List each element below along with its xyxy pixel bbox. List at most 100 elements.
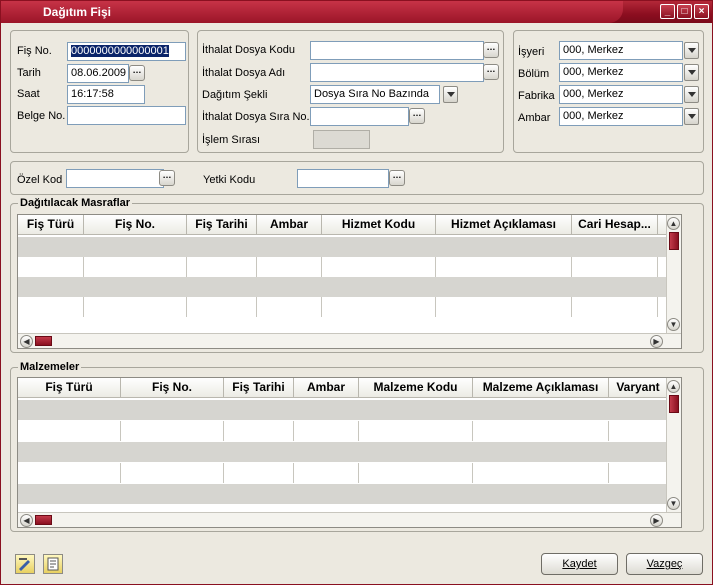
scroll-thumb[interactable] — [35, 515, 52, 525]
expenses-vertical-scrollbar[interactable]: ▲ ▼ — [666, 215, 681, 333]
header-left-panel: Fiş No. 0000000000000001 Tarih 08.06.200… — [10, 30, 189, 153]
fabrika-select[interactable]: 000, Merkez — [559, 85, 683, 104]
ozel-kod-label: Özel Kod — [17, 174, 63, 186]
scroll-right-icon[interactable]: ▶ — [650, 335, 663, 348]
bolum-select[interactable]: 000, Merkez — [559, 63, 683, 82]
dagitim-sekli-dropdown-icon[interactable] — [443, 86, 458, 103]
scroll-down-icon[interactable]: ▼ — [667, 318, 680, 331]
bolum-dropdown-icon[interactable] — [684, 64, 699, 81]
tarih-input[interactable]: 08.06.2009 — [67, 64, 129, 83]
close-icon[interactable]: × — [694, 4, 709, 19]
fis-no-input[interactable]: 0000000000000001 — [67, 42, 186, 61]
save-button[interactable]: Kaydet — [541, 553, 618, 575]
expenses-col-fis-turu[interactable]: Fiş Türü — [18, 215, 84, 235]
islem-sirasi-input — [313, 130, 370, 149]
materials-col-malzeme-kodu[interactable]: Malzeme Kodu — [359, 378, 473, 398]
isyeri-select[interactable]: 000, Merkez — [559, 41, 683, 60]
table-row[interactable] — [18, 237, 668, 257]
saat-input[interactable]: 16:17:58 — [67, 85, 145, 104]
expenses-grid-header: Fiş Türü Fiş No. Fiş Tarihi Ambar Hizmet… — [18, 215, 668, 235]
expenses-col-ambar[interactable]: Ambar — [257, 215, 322, 235]
expenses-title: Dağıtılacak Masraflar — [18, 197, 133, 209]
cancel-button[interactable]: Vazgeç — [626, 553, 703, 575]
expenses-col-fis-tarihi[interactable]: Fiş Tarihi — [187, 215, 257, 235]
ithalat-dosya-kodu-input[interactable] — [310, 41, 484, 60]
materials-col-ambar[interactable]: Ambar — [294, 378, 359, 398]
materials-grid-header: Fiş Türü Fiş No. Fiş Tarihi Ambar Malzem… — [18, 378, 668, 398]
header-mid-panel: İthalat Dosya Kodu … İthalat Dosya Adı …… — [197, 30, 504, 153]
materials-horizontal-scrollbar[interactable]: ◀ ▶ — [18, 512, 681, 527]
table-row[interactable] — [18, 421, 668, 441]
codes-panel: Özel Kod … Yetki Kodu … — [10, 161, 704, 195]
materials-col-varyant[interactable]: Varyant — [609, 378, 668, 398]
notes-icon[interactable] — [43, 554, 63, 574]
dagitim-sekli-label: Dağıtım Şekli — [202, 89, 268, 101]
tarih-label: Tarih — [17, 67, 41, 79]
yetki-kodu-label: Yetki Kodu — [203, 174, 256, 186]
scroll-up-icon[interactable]: ▲ — [667, 380, 680, 393]
materials-col-malzeme-aciklamasi[interactable]: Malzeme Açıklaması — [473, 378, 609, 398]
distribution-slip-window: Dağıtım Fişi _ □ × Fiş No. 0000000000000… — [0, 0, 713, 585]
expenses-horizontal-scrollbar[interactable]: ◀ ▶ — [18, 333, 681, 348]
materials-grid[interactable]: Fiş Türü Fiş No. Fiş Tarihi Ambar Malzem… — [17, 377, 682, 528]
islem-sirasi-label: İşlem Sırası — [202, 134, 261, 146]
ithalat-dosya-sira-input[interactable] — [310, 107, 409, 126]
scroll-right-icon[interactable]: ▶ — [650, 514, 663, 527]
belge-no-input[interactable] — [67, 106, 186, 125]
table-row[interactable] — [18, 484, 668, 504]
isyeri-label: İşyeri — [518, 46, 545, 58]
ithalat-dosya-kodu-label: İthalat Dosya Kodu — [202, 44, 295, 56]
materials-col-fis-no[interactable]: Fiş No. — [121, 378, 224, 398]
yetki-kodu-input[interactable] — [297, 169, 389, 188]
expenses-col-hizmet-aciklamasi[interactable]: Hizmet Açıklaması — [436, 215, 572, 235]
expenses-col-fis-no[interactable]: Fiş No. — [84, 215, 187, 235]
expenses-col-hizmet-kodu[interactable]: Hizmet Kodu — [322, 215, 436, 235]
ithalat-dosya-adi-input[interactable] — [310, 63, 484, 82]
fabrika-label: Fabrika — [518, 90, 555, 102]
table-row[interactable] — [18, 297, 668, 317]
fabrika-dropdown-icon[interactable] — [684, 86, 699, 103]
table-row[interactable] — [18, 257, 668, 277]
ithalat-dosya-sira-label: İthalat Dosya Sıra No. — [202, 111, 310, 123]
scroll-up-icon[interactable]: ▲ — [667, 217, 680, 230]
ambar-label: Ambar — [518, 112, 551, 124]
materials-col-fis-turu[interactable]: Fiş Türü — [18, 378, 121, 398]
expenses-grid[interactable]: Fiş Türü Fiş No. Fiş Tarihi Ambar Hizmet… — [17, 214, 682, 349]
scroll-thumb[interactable] — [35, 336, 52, 346]
table-row[interactable] — [18, 442, 668, 462]
yetki-kodu-lookup-button[interactable]: … — [389, 170, 405, 186]
ithalat-dosya-sira-lookup-button[interactable]: … — [409, 108, 425, 124]
scroll-left-icon[interactable]: ◀ — [20, 514, 33, 527]
tarih-picker-button[interactable]: … — [129, 65, 145, 81]
scroll-down-icon[interactable]: ▼ — [667, 497, 680, 510]
ithalat-dosya-kodu-lookup-button[interactable]: … — [483, 42, 499, 58]
ambar-select[interactable]: 000, Merkez — [559, 107, 683, 126]
edit-icon[interactable] — [15, 554, 35, 574]
minimize-icon[interactable]: _ — [660, 4, 675, 19]
scroll-left-icon[interactable]: ◀ — [20, 335, 33, 348]
ozel-kod-input[interactable] — [66, 169, 164, 188]
title-bar: Dağıtım Fişi _ □ × — [1, 1, 712, 23]
dagitim-sekli-select[interactable]: Dosya Sıra No Bazında — [310, 85, 440, 104]
scroll-thumb[interactable] — [669, 395, 679, 413]
ambar-dropdown-icon[interactable] — [684, 108, 699, 125]
table-row[interactable] — [18, 463, 668, 483]
table-row[interactable] — [18, 400, 668, 420]
scroll-thumb[interactable] — [669, 232, 679, 250]
ithalat-dosya-adi-label: İthalat Dosya Adı — [202, 67, 286, 79]
materials-title: Malzemeler — [18, 361, 82, 373]
materials-vertical-scrollbar[interactable]: ▲ ▼ — [666, 378, 681, 512]
fis-no-label: Fiş No. — [17, 45, 52, 57]
ozel-kod-lookup-button[interactable]: … — [159, 170, 175, 186]
isyeri-dropdown-icon[interactable] — [684, 42, 699, 59]
ithalat-dosya-adi-lookup-button[interactable]: … — [483, 64, 499, 80]
window-title: Dağıtım Fişi — [43, 5, 112, 19]
bolum-label: Bölüm — [518, 68, 550, 80]
expenses-col-cari-hesap[interactable]: Cari Hesap... — [572, 215, 658, 235]
maximize-icon[interactable]: □ — [677, 4, 692, 19]
header-right-panel: İşyeri 000, Merkez Bölüm 000, Merkez Fab… — [513, 30, 704, 153]
materials-col-fis-tarihi[interactable]: Fiş Tarihi — [224, 378, 294, 398]
saat-label: Saat — [17, 88, 40, 100]
table-row[interactable] — [18, 277, 668, 297]
belge-no-label: Belge No. — [17, 110, 66, 122]
